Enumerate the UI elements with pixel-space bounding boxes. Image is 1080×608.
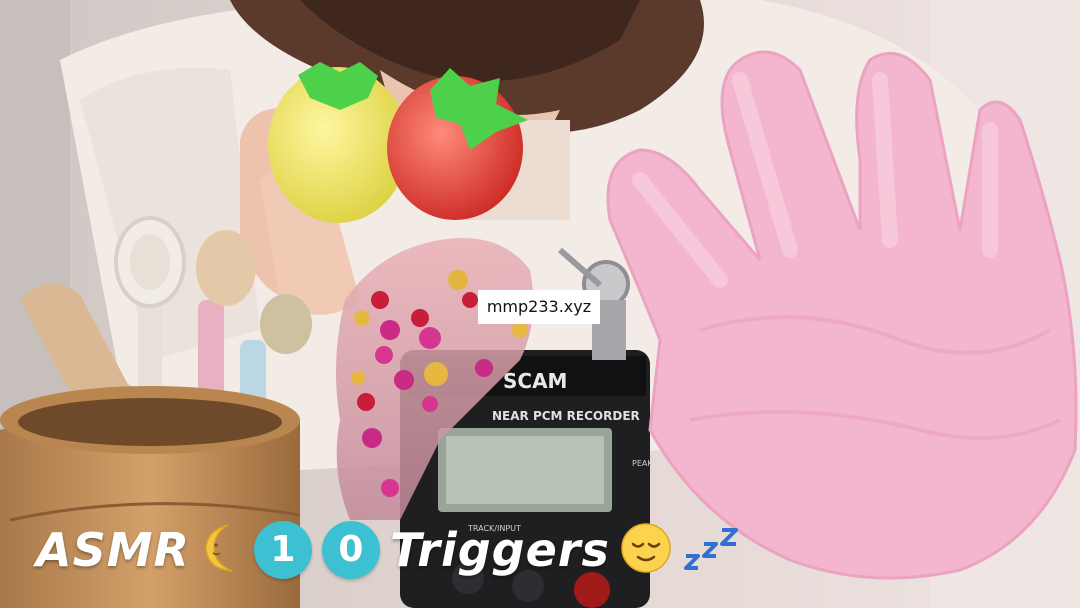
digit-badge-zero: 0 (321, 521, 380, 579)
thumbnail-scene: SCAM NEAR PCM RECORDER PEAK TRACK/INPUT … (0, 0, 1080, 608)
caption-asmr: ASMR (36, 523, 190, 577)
watermark: mmp233.xyz (478, 290, 600, 324)
relieved-face-icon (620, 522, 672, 578)
crescent-moon-icon (200, 523, 244, 577)
recorder-model: NEAR PCM RECORDER (492, 409, 640, 423)
zzz-icon (682, 526, 742, 574)
caption-triggers: Triggers (389, 523, 610, 577)
digit-badge-one: 1 (253, 521, 312, 579)
thumbnail-caption: ASMR 1 0 Triggers (36, 518, 742, 582)
recorder-brand: SCAM (503, 369, 567, 393)
recorder-peak-label: PEAK (632, 459, 653, 468)
